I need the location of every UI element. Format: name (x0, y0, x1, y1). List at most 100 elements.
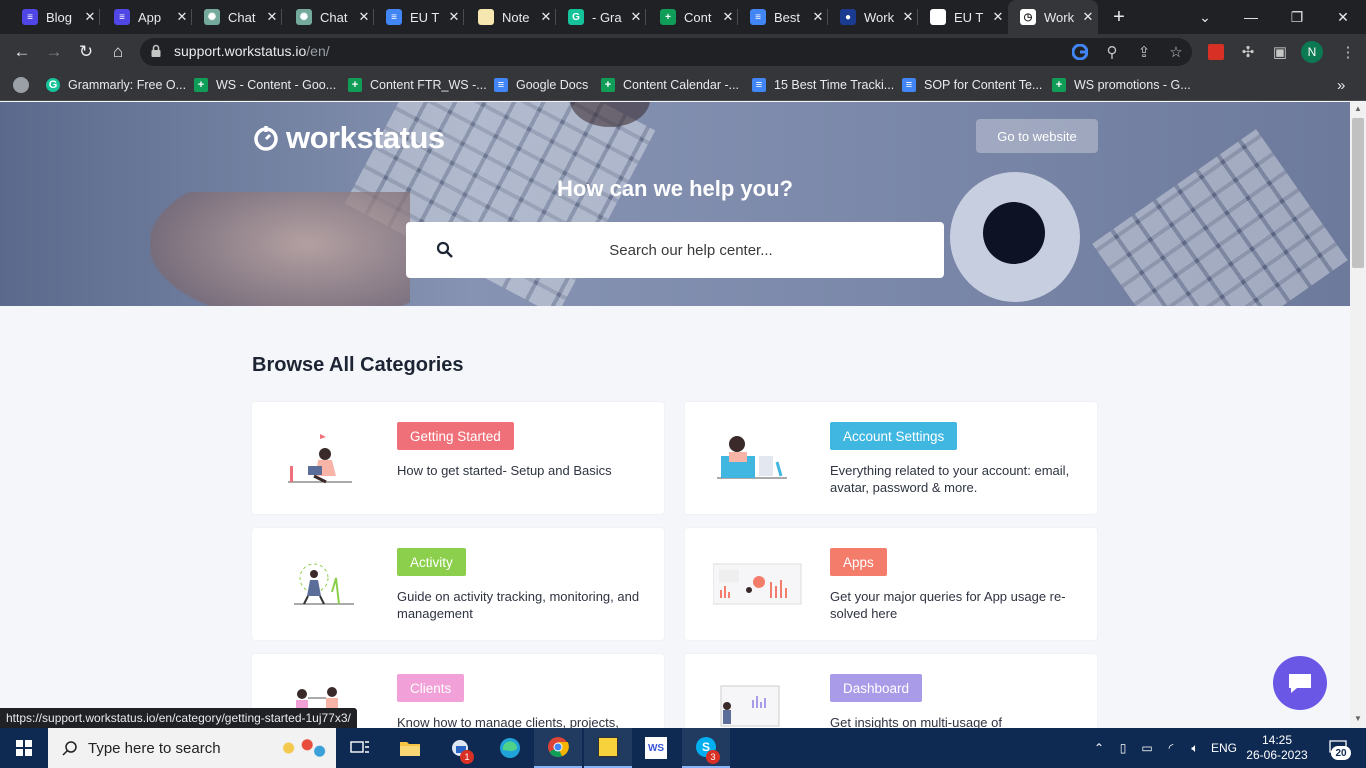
browser-tab[interactable]: ≡ Blog ✕ (10, 0, 100, 34)
browser-tab[interactable]: ✺ Chat ✕ (192, 0, 282, 34)
tab-close-icon[interactable]: ✕ (80, 9, 100, 25)
category-desc: Get insights on multi-usage of (830, 715, 1002, 728)
battery-icon[interactable]: ▭ (1136, 728, 1158, 768)
bookmark-star-icon[interactable]: ☆ (1162, 38, 1190, 66)
category-card-dashboard[interactable]: Dashboard Get insights on multi-usage of (685, 654, 1097, 728)
close-window-icon[interactable]: ✕ (1320, 0, 1366, 34)
browser-tab[interactable]: ≡ Best ✕ (738, 0, 828, 34)
category-pill[interactable]: Dashboard (830, 674, 923, 702)
restore-icon[interactable]: ❐ (1274, 0, 1320, 34)
category-card-getting-started[interactable]: Getting Started How to get started- Setu… (252, 402, 664, 514)
tab-favicon-icon: ≡ (386, 9, 402, 25)
extensions-puzzle-icon[interactable]: ✣ (1234, 38, 1262, 66)
bookmark-item[interactable]: G Grammarly: Free O... (46, 70, 186, 100)
browser-tab[interactable]: ◷ Work ✕ (1008, 0, 1098, 34)
browser-tab[interactable]: + Cont ✕ (648, 0, 738, 34)
tab-close-icon[interactable]: ✕ (172, 9, 192, 25)
tab-search-icon[interactable]: ⌄ (1182, 0, 1228, 34)
browser-tab[interactable]: ● Work ✕ (828, 0, 918, 34)
menu-kebab-icon[interactable]: ⋮ (1334, 38, 1362, 66)
browser-tab[interactable]: ≡ App ✕ (102, 0, 192, 34)
tab-close-icon[interactable]: ✕ (1078, 9, 1098, 25)
task-view-icon[interactable] (336, 728, 384, 768)
bookmark-label: Content FTR_WS -... (370, 78, 487, 92)
notification-center-icon[interactable]: 20 (1318, 728, 1358, 768)
category-card-account-settings[interactable]: Account Settings Everything related to y… (685, 402, 1097, 514)
outlook-icon[interactable]: 1 (436, 728, 484, 768)
taskbar-clock[interactable]: 14:25 26-06-2023 (1244, 728, 1310, 768)
bookmark-item[interactable]: ≡ Google Docs (494, 70, 588, 100)
lock-icon[interactable] (150, 44, 162, 58)
tab-close-icon[interactable]: ✕ (354, 9, 374, 25)
category-pill[interactable]: Clients (397, 674, 465, 702)
forward-icon[interactable]: → (39, 34, 69, 70)
apps-icon[interactable] (13, 70, 29, 100)
tab-close-icon[interactable]: ✕ (626, 9, 646, 25)
extension-red-icon[interactable] (1202, 38, 1230, 66)
minimize-icon[interactable]: — (1228, 0, 1274, 34)
browser-tab[interactable]: ≡ EU T ✕ (374, 0, 464, 34)
scrollbar-thumb[interactable] (1352, 118, 1364, 268)
tab-close-icon[interactable]: ✕ (536, 9, 556, 25)
browser-tab[interactable]: EU T ✕ (918, 0, 1008, 34)
sticky-notes-icon[interactable] (584, 728, 632, 768)
category-pill[interactable]: Account Settings (830, 422, 958, 450)
chat-widget-button[interactable] (1273, 656, 1327, 710)
tab-close-icon[interactable]: ✕ (718, 9, 738, 25)
bookmark-label: Grammarly: Free O... (68, 78, 187, 92)
volume-icon[interactable]: 🔈︎ (1184, 728, 1206, 768)
home-icon[interactable]: ⌂ (103, 34, 133, 70)
help-search-box[interactable] (406, 222, 944, 278)
file-explorer-icon[interactable] (386, 728, 434, 768)
bookmark-item[interactable]: + Content Calendar -... (601, 70, 739, 100)
windows-start-icon[interactable] (0, 728, 48, 768)
search-icon[interactable] (436, 241, 454, 259)
taskbar-search-box[interactable]: Type here to search (48, 728, 336, 768)
category-pill[interactable]: Activity (397, 548, 466, 576)
bookmark-item[interactable]: ≡ 15 Best Time Tracki... (752, 70, 894, 100)
chrome-icon[interactable] (534, 728, 582, 768)
back-icon[interactable]: ← (7, 34, 37, 70)
tab-close-icon[interactable]: ✕ (898, 9, 918, 25)
go-to-website-button[interactable]: Go to website (976, 119, 1098, 153)
bookmarks-overflow-icon[interactable]: » (1337, 70, 1345, 100)
workstatus-logo[interactable]: workstatus (252, 120, 445, 156)
category-pill[interactable]: Getting Started (397, 422, 514, 450)
side-panel-icon[interactable]: ▣ (1266, 38, 1294, 66)
category-card-activity[interactable]: Activity Guide on activity tracking, mon… (252, 528, 664, 640)
bookmark-item[interactable]: ≡ SOP for Content Te... (902, 70, 1042, 100)
language-indicator[interactable]: ENG (1208, 728, 1240, 768)
tab-close-icon[interactable]: ✕ (262, 9, 282, 25)
skype-icon[interactable]: S 3 (682, 728, 730, 768)
category-pill[interactable]: Apps (830, 548, 887, 576)
tab-close-icon[interactable]: ✕ (988, 9, 1008, 25)
workstatus-app-icon[interactable]: WS (632, 728, 680, 768)
share-icon[interactable]: ⇪ (1130, 38, 1158, 66)
reload-icon[interactable]: ↻ (71, 34, 101, 70)
bookmark-item[interactable]: + WS promotions - G... (1052, 70, 1191, 100)
search-input[interactable] (466, 222, 916, 278)
bookmark-item[interactable]: + Content FTR_WS -... (348, 70, 487, 100)
scroll-down-icon[interactable]: ▼ (1352, 714, 1364, 724)
bookmark-item[interactable]: + WS - Content - Goo... (194, 70, 336, 100)
wifi-icon[interactable]: ◜ (1160, 728, 1182, 768)
profile-avatar[interactable]: N (1301, 41, 1323, 63)
edge-icon[interactable] (486, 728, 534, 768)
status-bar-url: https://support.workstatus.io/en/categor… (0, 708, 357, 728)
new-tab-button[interactable]: + (1108, 0, 1130, 34)
tab-close-icon[interactable]: ✕ (444, 9, 464, 25)
google-icon[interactable] (1066, 38, 1094, 66)
url-text[interactable]: support.workstatus.io/en/ (174, 43, 330, 59)
bookmark-label: Google Docs (516, 78, 589, 92)
zoom-icon[interactable]: ⚲ (1098, 38, 1126, 66)
browser-tab[interactable]: G - Gra ✕ (556, 0, 646, 34)
logo-icon (254, 126, 278, 151)
browser-tab[interactable]: Note ✕ (466, 0, 556, 34)
browser-tab[interactable]: ✺ Chat ✕ (284, 0, 374, 34)
tray-device-icon[interactable]: ▯ (1112, 728, 1134, 768)
scroll-up-icon[interactable]: ▲ (1352, 104, 1364, 114)
tray-overflow-icon[interactable]: ⌃ (1088, 728, 1110, 768)
category-card-apps[interactable]: Apps Get your major queries for App usag… (685, 528, 1097, 640)
tab-close-icon[interactable]: ✕ (808, 9, 828, 25)
tab-title: - Gra (592, 9, 622, 25)
